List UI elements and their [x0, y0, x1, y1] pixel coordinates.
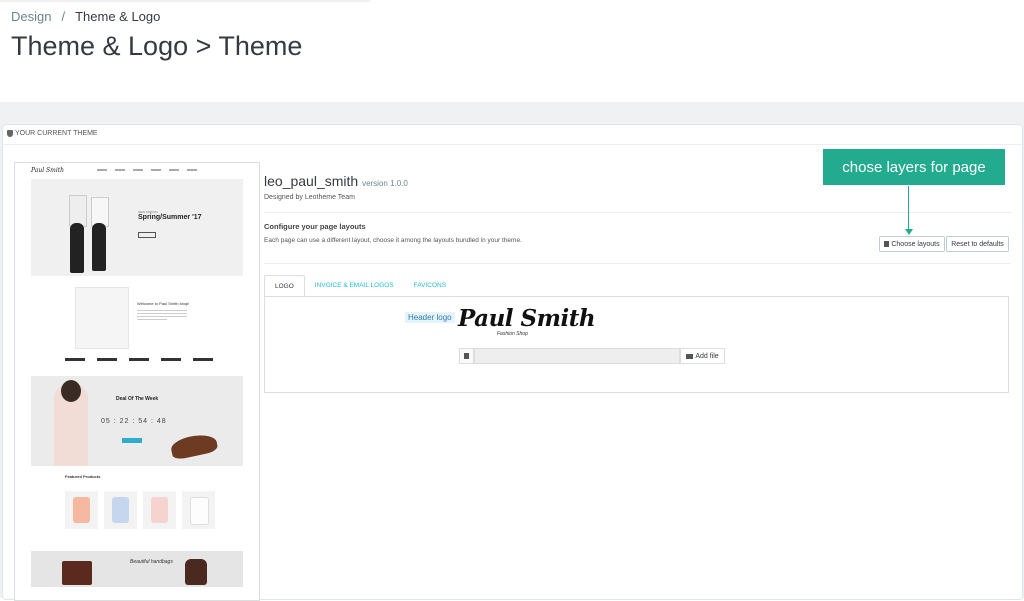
- shield-icon: [7, 130, 13, 137]
- preview-featured-title: Featured Products: [65, 474, 101, 479]
- file-icon: [459, 348, 474, 364]
- breadcrumb: Design / Theme & Logo: [11, 9, 160, 24]
- preview-bag: [185, 559, 207, 585]
- choose-layouts-label: Choose layouts: [891, 240, 940, 248]
- choose-layouts-button[interactable]: Choose layouts: [879, 236, 945, 252]
- breadcrumb-current: Theme & Logo: [75, 9, 161, 24]
- preview-navbar: Paul Smith: [15, 163, 259, 177]
- tab-invoice-email-logos[interactable]: INVOICE & EMAIL LOGOS: [305, 275, 404, 297]
- annotation-arrow-icon: [905, 229, 913, 235]
- preview-hero-banner: NEW ARRIVAL Spring/Summer '17: [31, 179, 243, 276]
- page-header: Design / Theme & Logo Theme & Logo > Theme: [0, 0, 1024, 102]
- file-icon: [884, 241, 890, 247]
- preview-product: [65, 491, 98, 529]
- preview-logo: Paul Smith: [31, 167, 65, 174]
- add-file-label: Add file: [695, 352, 719, 360]
- header-logo-image: Paul Smith: [458, 305, 596, 332]
- divider: [264, 212, 1011, 213]
- preview-shoes: [169, 431, 219, 461]
- preview-bags-banner: Beautiful handbags: [31, 551, 243, 587]
- preview-text-lines: [137, 310, 187, 322]
- preview-model: [92, 223, 106, 271]
- preview-deal-button: [122, 438, 142, 443]
- preview-bag: [62, 561, 92, 585]
- theme-preview-image: Paul Smith NEW ARRIVAL Spring/Summer '17…: [14, 162, 260, 601]
- logo-file-upload: Add file: [459, 348, 725, 364]
- breadcrumb-separator: /: [61, 9, 66, 24]
- logo-file-input[interactable]: [474, 348, 680, 364]
- preview-model: [70, 223, 84, 273]
- page-title: Theme & Logo > Theme: [11, 31, 303, 61]
- preview-clothes-rack: [75, 287, 129, 349]
- config-layouts-description: Each page can use a different layout, ch…: [264, 237, 522, 244]
- preview-hero-button: [138, 232, 156, 238]
- annotation-callout: chose layers for page: [823, 149, 1005, 185]
- header-logo-label: Header logo: [405, 312, 455, 323]
- top-divider: [0, 0, 370, 2]
- preview-welcome: Welcome to Paul Smith shop!: [137, 301, 190, 306]
- preview-product: [182, 491, 215, 529]
- config-layouts-title: Configure your page layouts: [264, 222, 366, 231]
- tab-logo[interactable]: LOGO: [264, 275, 305, 297]
- preview-deal-countdown: 05 : 22 : 54 : 48: [101, 418, 167, 425]
- preview-hero-title: Spring/Summer '17: [138, 214, 202, 221]
- preview-product-grid: [65, 491, 215, 529]
- header-logo-subtitle: Fashion Shop: [497, 331, 528, 337]
- annotation-line: [908, 186, 909, 230]
- preview-brand-logos: [65, 358, 213, 361]
- preview-bags-title: Beautiful handbags: [130, 559, 173, 565]
- theme-name-text: leo_paul_smith: [264, 173, 359, 189]
- logo-tab-pane: [264, 296, 1009, 393]
- reset-to-defaults-button[interactable]: Reset to defaults: [946, 236, 1009, 252]
- panel-heading: YOUR CURRENT THEME: [7, 130, 98, 137]
- logo-tabs: LOGO INVOICE & EMAIL LOGOS FAVICONS: [264, 275, 1010, 297]
- theme-author: Designed by Leotheme Team: [264, 194, 355, 201]
- folder-open-icon: [686, 353, 694, 359]
- preview-deal-model-head: [61, 380, 81, 402]
- preview-menu: [97, 169, 197, 171]
- divider: [264, 263, 1011, 264]
- panel-heading-label: YOUR CURRENT THEME: [15, 130, 98, 137]
- current-theme-panel: YOUR CURRENT THEME Paul Smith NEW ARRIVA…: [2, 124, 1023, 601]
- theme-version: version 1.0.0: [362, 179, 408, 188]
- breadcrumb-design-link[interactable]: Design: [11, 9, 51, 24]
- theme-name: leo_paul_smith version 1.0.0: [264, 173, 408, 189]
- preview-deal-title: Deal Of The Week: [116, 396, 159, 402]
- add-file-button[interactable]: Add file: [680, 348, 725, 364]
- tab-favicons[interactable]: FAVICONS: [404, 275, 456, 297]
- preview-product: [104, 491, 137, 529]
- preview-product: [143, 491, 176, 529]
- panel-divider: [3, 144, 1022, 145]
- preview-deal-banner: Deal Of The Week 05 : 22 : 54 : 48: [31, 376, 243, 466]
